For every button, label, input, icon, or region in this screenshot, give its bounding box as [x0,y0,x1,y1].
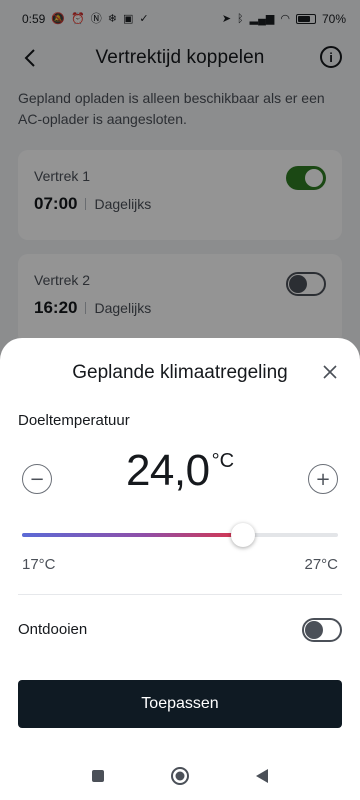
close-button[interactable] [320,362,340,382]
back-nav-button[interactable] [252,766,272,786]
temperature-display: 24,0 °C [0,446,360,496]
apply-button[interactable]: Toepassen [18,680,342,728]
recents-button[interactable] [88,766,108,786]
system-nav-bar [0,752,360,800]
recents-icon [92,770,104,782]
toggle-knob [305,621,323,639]
defrost-toggle[interactable] [302,618,342,642]
slider-thumb[interactable] [231,523,256,547]
range-min-label: 17°C [22,556,56,573]
temperature-unit: °C [211,450,235,472]
temperature-slider[interactable] [22,523,338,547]
defrost-label: Ontdooien [18,621,88,638]
increase-temperature-button[interactable]: + [308,464,338,494]
home-button[interactable] [170,766,190,786]
temperature-value: 24,0 [125,446,210,495]
sheet-title: Geplande klimaatregeling [72,362,288,383]
divider [18,594,342,595]
back-icon [256,769,268,783]
climate-bottom-sheet: Geplande klimaatregeling Doeltemperatuur… [0,338,360,800]
range-max-label: 27°C [304,556,338,573]
home-icon [171,767,189,785]
target-temperature-label: Doeltemperatuur [18,412,130,429]
plus-icon: + [315,468,331,490]
slider-fill [22,533,244,537]
close-icon [323,365,337,379]
